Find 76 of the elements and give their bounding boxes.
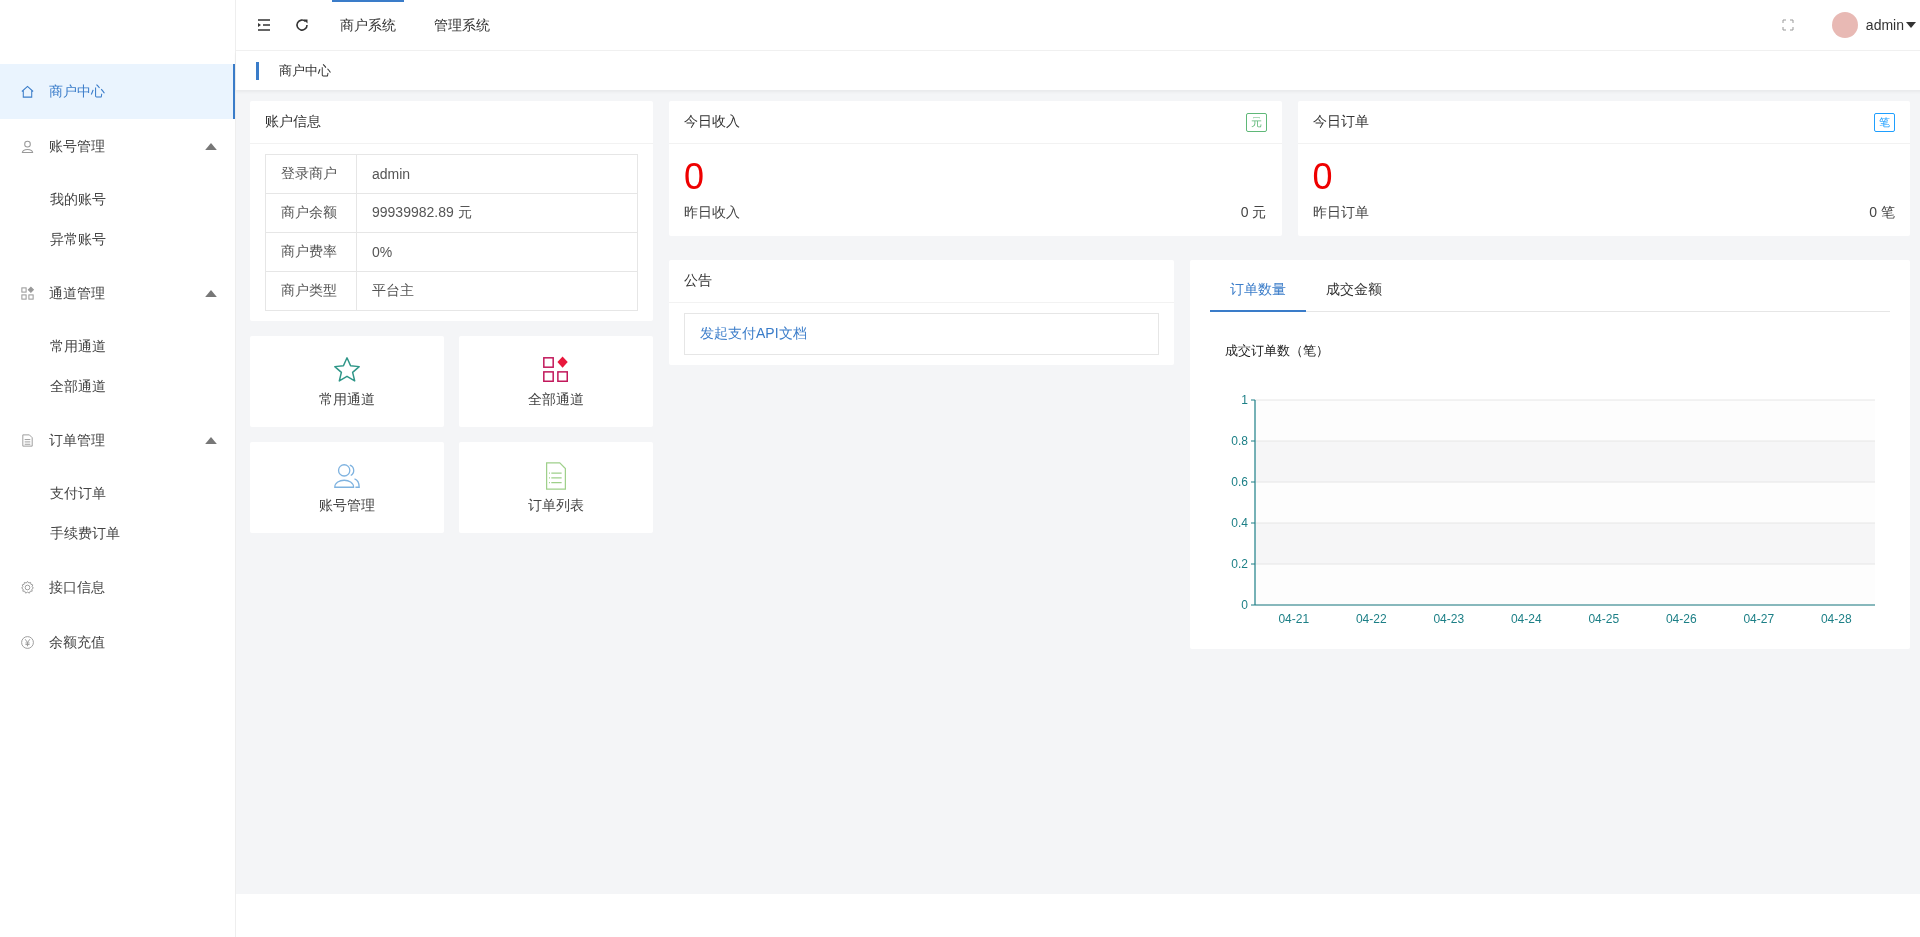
unit-badge: 笔 bbox=[1874, 112, 1895, 132]
chart-tab[interactable]: 订单数量 bbox=[1210, 270, 1306, 312]
shortcut-label: 全部通道 bbox=[528, 390, 584, 409]
x-tick-label: 04-21 bbox=[1278, 612, 1310, 626]
settings-icon bbox=[20, 580, 35, 595]
x-tick-label: 04-25 bbox=[1588, 612, 1620, 626]
api-doc-link[interactable]: 发起支付API文档 bbox=[700, 325, 807, 343]
table-cell: 商户类型 bbox=[265, 271, 357, 311]
stat-value: 0 bbox=[1312, 156, 1334, 198]
user-name[interactable]: admin bbox=[1865, 17, 1904, 33]
chart-tab[interactable]: 成交金额 bbox=[1306, 270, 1402, 312]
table-cell: 商户费率 bbox=[265, 232, 357, 272]
nav-tab[interactable]: 管理系统 bbox=[426, 0, 498, 50]
y-tick-label: 0 bbox=[1241, 598, 1248, 612]
table-cell: 登录商户 bbox=[265, 154, 357, 194]
caret-icon bbox=[205, 290, 217, 297]
y-tick-label: 1 bbox=[1241, 393, 1248, 407]
x-tick-label: 04-22 bbox=[1355, 612, 1387, 626]
sidebar-subitem[interactable]: 全部通道 bbox=[0, 367, 235, 407]
table-cell: 平台主 bbox=[356, 271, 638, 311]
user-icon bbox=[20, 139, 35, 154]
y-tick-label: 0.8 bbox=[1231, 434, 1248, 448]
refresh-icon[interactable] bbox=[294, 17, 310, 33]
table-cell: admin bbox=[356, 154, 638, 194]
table-cell: 商户余额 bbox=[265, 193, 357, 233]
card-title: 公告 bbox=[669, 260, 1174, 303]
table-cell: 99939982.89 元 bbox=[356, 193, 638, 233]
y-tick-label: 0.6 bbox=[1231, 475, 1248, 489]
y-tick-label: 0.4 bbox=[1231, 516, 1248, 530]
stat-value: 0 笔 bbox=[1869, 204, 1895, 222]
yen-icon bbox=[20, 635, 35, 650]
x-tick-label: 04-26 bbox=[1665, 612, 1697, 626]
home-icon bbox=[20, 84, 35, 99]
sidebar-item[interactable]: 订单管理 bbox=[0, 413, 235, 468]
menu-icon[interactable] bbox=[256, 17, 272, 33]
grid-icon bbox=[541, 354, 571, 385]
card-title: 账户信息 bbox=[250, 101, 653, 144]
x-tick-label: 04-28 bbox=[1820, 612, 1852, 626]
card-title: 今日收入 bbox=[684, 113, 740, 131]
y-tick-label: 0.2 bbox=[1231, 557, 1248, 571]
shortcut-label: 常用通道 bbox=[319, 390, 375, 409]
document-icon bbox=[20, 433, 35, 448]
chart-title: 成交订单数（笔） bbox=[1225, 342, 1330, 360]
sidebar-item[interactable]: 商户中心 bbox=[0, 64, 235, 119]
sidebar-item[interactable]: 接口信息 bbox=[0, 560, 235, 615]
caret-icon bbox=[205, 437, 217, 444]
sidebar-subitem[interactable]: 支付订单 bbox=[0, 474, 235, 514]
sidebar-item[interactable]: 通道管理 bbox=[0, 266, 235, 321]
stat-label: 昨日收入 bbox=[684, 204, 740, 222]
star-icon bbox=[332, 354, 362, 385]
caret-icon[interactable] bbox=[1906, 22, 1916, 28]
table-cell: 0% bbox=[356, 232, 638, 272]
x-tick-label: 04-23 bbox=[1433, 612, 1465, 626]
sidebar-subitem[interactable]: 我的账号 bbox=[0, 180, 235, 220]
sidebar-item[interactable]: 账号管理 bbox=[0, 119, 235, 174]
unit-badge: 元 bbox=[1245, 112, 1267, 132]
shortcut-tile[interactable]: 订单列表 bbox=[459, 442, 653, 533]
caret-icon bbox=[205, 143, 217, 150]
sidebar-item[interactable]: 余额充值 bbox=[0, 615, 235, 670]
shortcut-label: 账号管理 bbox=[319, 496, 375, 515]
stat-label: 昨日订单 bbox=[1312, 204, 1369, 222]
shortcut-tile[interactable]: 常用通道 bbox=[250, 336, 444, 427]
sidebar-subitem[interactable]: 常用通道 bbox=[0, 327, 235, 367]
x-tick-label: 04-27 bbox=[1743, 612, 1775, 626]
avatar bbox=[1831, 12, 1858, 38]
stat-value: 0 元 bbox=[1240, 204, 1267, 222]
shortcut-tile[interactable]: 账号管理 bbox=[250, 442, 444, 533]
breadcrumb: 商户中心 bbox=[256, 61, 331, 80]
sidebar-subitem[interactable]: 手续费订单 bbox=[0, 514, 235, 554]
stat-value: 0 bbox=[684, 156, 706, 198]
sidebar-subitem[interactable]: 异常账号 bbox=[0, 220, 235, 260]
shortcut-tile[interactable]: 全部通道 bbox=[459, 336, 653, 427]
x-tick-label: 04-24 bbox=[1510, 612, 1542, 626]
shortcut-label: 订单列表 bbox=[528, 496, 584, 515]
card-title: 今日订单 bbox=[1312, 113, 1369, 131]
grid-icon bbox=[20, 286, 35, 301]
